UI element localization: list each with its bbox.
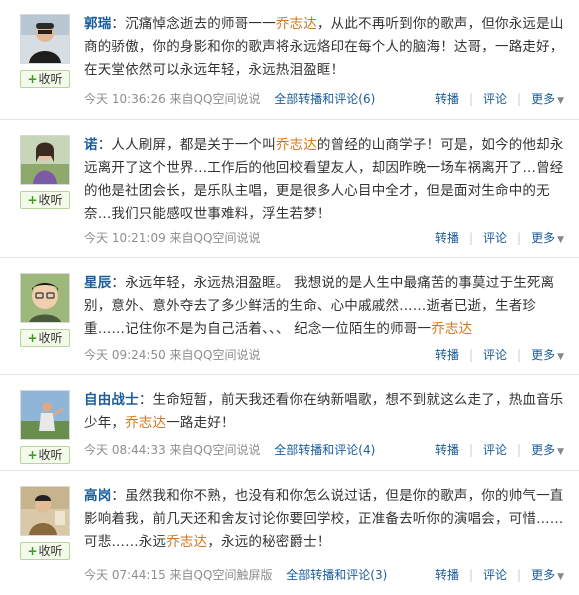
author-name[interactable]: 星辰 <box>84 275 111 291</box>
post-meta: 今天 10:21:09 来自QQ空间说说 转播 | 评论 | 更多 ▼ <box>84 229 564 247</box>
follow-button[interactable]: +收听 <box>20 446 70 464</box>
post-text: 高岗：虽然我和你不熟，也没有和你怎么说过话，但是你的歌声，你的帅气一直影响着我，… <box>84 488 564 550</box>
post-text: 郭瑞：沉痛悼念逝去的师哥一一乔志达，从此不再听到你的歌声，但你永远是山商的骄傲，… <box>84 16 564 78</box>
author-name[interactable]: 诺 <box>84 137 98 153</box>
feed-item: +收听 自由战士：生命短暂，前天我还看你在纳新唱歌，想不到就这么走了，热血音乐少… <box>0 376 579 471</box>
post-meta: 今天 10:36:26 来自QQ空间说说 全部转播和评论(6) 转播 | 评论 | 更多… <box>84 90 564 108</box>
feed-item: +收听 郭瑞：沉痛悼念逝去的师哥一一乔志达，从此不再听到你的歌声，但你永远是山商… <box>0 0 579 120</box>
author-name[interactable]: 郭瑞 <box>84 16 111 32</box>
post-actions: 转播 | 评论 | 更多 ▼ <box>435 90 564 108</box>
divider: | <box>517 348 522 362</box>
chevron-down-icon: ▼ <box>557 352 564 362</box>
timestamp[interactable]: 今天 08:44:33 <box>84 443 166 457</box>
author-name[interactable]: 自由战士 <box>84 392 139 408</box>
follow-button[interactable]: +收听 <box>20 329 70 347</box>
timestamp[interactable]: 今天 10:21:09 <box>84 231 166 245</box>
chevron-down-icon: ▼ <box>557 572 564 582</box>
post-actions: 转播 | 评论 | 更多 ▼ <box>435 229 564 247</box>
keyword-link[interactable]: 乔志达 <box>166 534 207 550</box>
more-button[interactable]: 更多 ▼ <box>531 92 564 106</box>
post-text: 诺：人人刷屏，都是关于一个叫乔志达的曾经的山商学子！可是，如今的他却永远离开了这… <box>84 137 564 222</box>
forward-button[interactable]: 转播 <box>435 443 459 457</box>
post-source: 来自QQ空间说说 <box>169 443 261 457</box>
avatar[interactable] <box>20 273 70 323</box>
avatar[interactable] <box>20 390 70 440</box>
keyword-link[interactable]: 乔志达 <box>276 16 317 32</box>
divider: | <box>517 568 522 582</box>
post-text: 自由战士：生命短暂，前天我还看你在纳新唱歌，想不到就这么走了，热血音乐少年，乔志… <box>84 392 564 431</box>
post-meta: 今天 07:44:15 来自QQ空间触屏版 全部转播和评论(3) 转播 | 评论 | 更… <box>84 566 564 584</box>
divider: | <box>468 231 473 245</box>
avatar[interactable] <box>20 14 70 64</box>
timestamp[interactable]: 今天 09:24:50 <box>84 348 166 362</box>
divider: | <box>468 568 473 582</box>
feed-item: +收听 诺：人人刷屏，都是关于一个叫乔志达的曾经的山商学子！可是，如今的他却永远… <box>0 121 579 258</box>
plus-icon: + <box>27 331 38 345</box>
forward-button[interactable]: 转播 <box>435 568 459 582</box>
author-name[interactable]: 高岗 <box>84 488 111 504</box>
plus-icon: + <box>27 448 38 462</box>
avatar[interactable] <box>20 486 70 536</box>
comment-button[interactable]: 评论 <box>483 231 507 245</box>
post-text: 星辰：永远年轻，永远热泪盈眶。 我想说的是人生中最痛苦的事莫过于生死离别，意外、… <box>84 275 555 337</box>
comment-button[interactable]: 评论 <box>483 348 507 362</box>
divider: | <box>517 92 522 106</box>
divider: | <box>517 231 522 245</box>
follow-button[interactable]: +收听 <box>20 542 70 560</box>
all-forwards-comments-link[interactable]: 全部转播和评论(3) <box>286 568 387 582</box>
keyword-link[interactable]: 乔志达 <box>276 137 317 153</box>
more-button[interactable]: 更多 ▼ <box>531 348 564 362</box>
post-source: 来自QQ空间触屏版 <box>169 568 273 582</box>
plus-icon: + <box>27 72 38 86</box>
timestamp[interactable]: 今天 07:44:15 <box>84 568 166 582</box>
comment-button[interactable]: 评论 <box>483 443 507 457</box>
comment-button[interactable]: 评论 <box>483 568 507 582</box>
divider: | <box>468 348 473 362</box>
keyword-link[interactable]: 乔志达 <box>431 321 472 337</box>
comment-button[interactable]: 评论 <box>483 92 507 106</box>
post-source: 来自QQ空间说说 <box>169 348 261 362</box>
forward-button[interactable]: 转播 <box>435 231 459 245</box>
forward-button[interactable]: 转播 <box>435 348 459 362</box>
post-source: 来自QQ空间说说 <box>169 92 261 106</box>
post-meta: 今天 08:44:33 来自QQ空间说说 全部转播和评论(4) 转播 | 评论 | 更多… <box>84 441 564 459</box>
timestamp[interactable]: 今天 10:36:26 <box>84 92 166 106</box>
keyword-link[interactable]: 乔志达 <box>125 415 166 431</box>
plus-icon: + <box>27 544 38 558</box>
post-actions: 转播 | 评论 | 更多 ▼ <box>435 441 564 459</box>
chevron-down-icon: ▼ <box>557 235 564 245</box>
forward-button[interactable]: 转播 <box>435 92 459 106</box>
all-forwards-comments-link[interactable]: 全部转播和评论(6) <box>274 92 375 106</box>
divider: | <box>517 443 522 457</box>
post-source: 来自QQ空间说说 <box>169 231 261 245</box>
more-button[interactable]: 更多 ▼ <box>531 443 564 457</box>
follow-button[interactable]: +收听 <box>20 191 70 209</box>
chevron-down-icon: ▼ <box>557 447 564 457</box>
divider: | <box>468 443 473 457</box>
all-forwards-comments-link[interactable]: 全部转播和评论(4) <box>274 443 375 457</box>
post-actions: 转播 | 评论 | 更多 ▼ <box>435 346 564 364</box>
chevron-down-icon: ▼ <box>557 96 564 106</box>
post-meta: 今天 09:24:50 来自QQ空间说说 转播 | 评论 | 更多 ▼ <box>84 346 564 364</box>
more-button[interactable]: 更多 ▼ <box>531 568 564 582</box>
feed-item: +收听 星辰：永远年轻，永远热泪盈眶。 我想说的是人生中最痛苦的事莫过于生死离别… <box>0 259 579 375</box>
plus-icon: + <box>27 193 38 207</box>
post-actions: 转播 | 评论 | 更多 ▼ <box>435 566 564 584</box>
divider: | <box>468 92 473 106</box>
feed-item: +收听 高岗：虽然我和你不熟，也没有和你怎么说过话，但是你的歌声，你的帅气一直影… <box>0 472 579 595</box>
avatar[interactable] <box>20 135 70 185</box>
follow-button[interactable]: +收听 <box>20 70 70 88</box>
more-button[interactable]: 更多 ▼ <box>531 231 564 245</box>
